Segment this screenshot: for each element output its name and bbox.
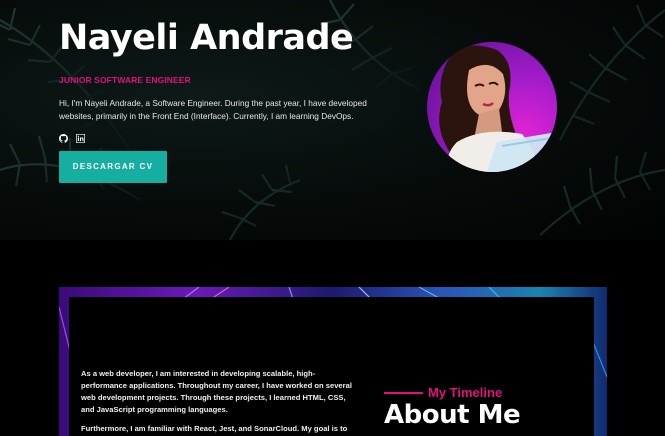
hero-section: Nayeli Andrade JUNIOR SOFTWARE ENGINEER … (0, 0, 665, 240)
about-title: About Me (384, 400, 521, 430)
about-paragraph: As a web developer, I am interested in d… (81, 369, 352, 414)
timeline-text: My Timeline (428, 385, 503, 400)
timeline-divider (384, 391, 423, 394)
hero-bio: Hi, I'm Nayeli Andrade, a Software Engin… (59, 98, 367, 121)
social-links (59, 130, 86, 144)
about-text: As a web developer, I am interested in d… (81, 368, 356, 436)
timeline-label: My Timeline (384, 385, 502, 400)
linkedin-icon[interactable] (75, 130, 86, 144)
about-paragraph: Furthermore, I am familiar with React, J… (81, 424, 348, 433)
hero-role: JUNIOR SOFTWARE ENGINEER (59, 75, 191, 85)
avatar-illustration (439, 45, 557, 172)
download-cv-button[interactable]: DESCARGAR CV (59, 151, 167, 183)
github-icon[interactable] (59, 130, 68, 143)
hero-name: Nayeli Andrade (59, 18, 354, 58)
avatar (427, 42, 557, 172)
